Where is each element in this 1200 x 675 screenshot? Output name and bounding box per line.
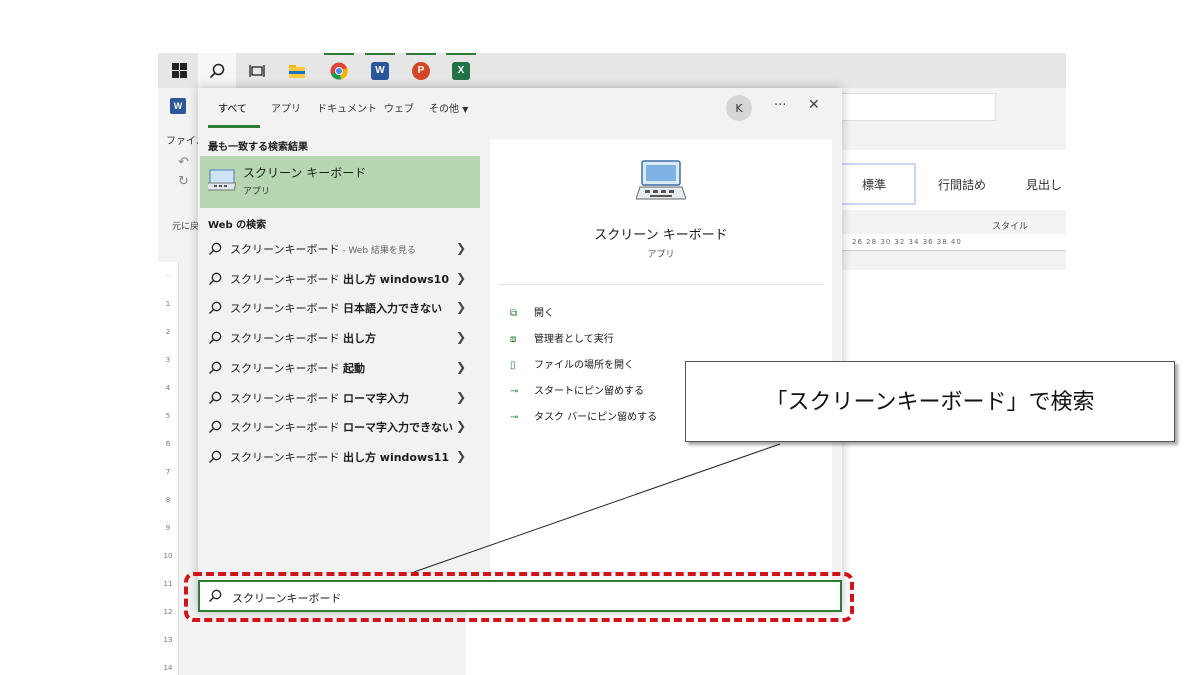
callout-text: 「スクリーンキーボード」で検索 [765, 390, 1095, 415]
callout-box: 「スクリーンキーボード」で検索 [685, 361, 1175, 442]
callout-leader-line [413, 443, 781, 573]
